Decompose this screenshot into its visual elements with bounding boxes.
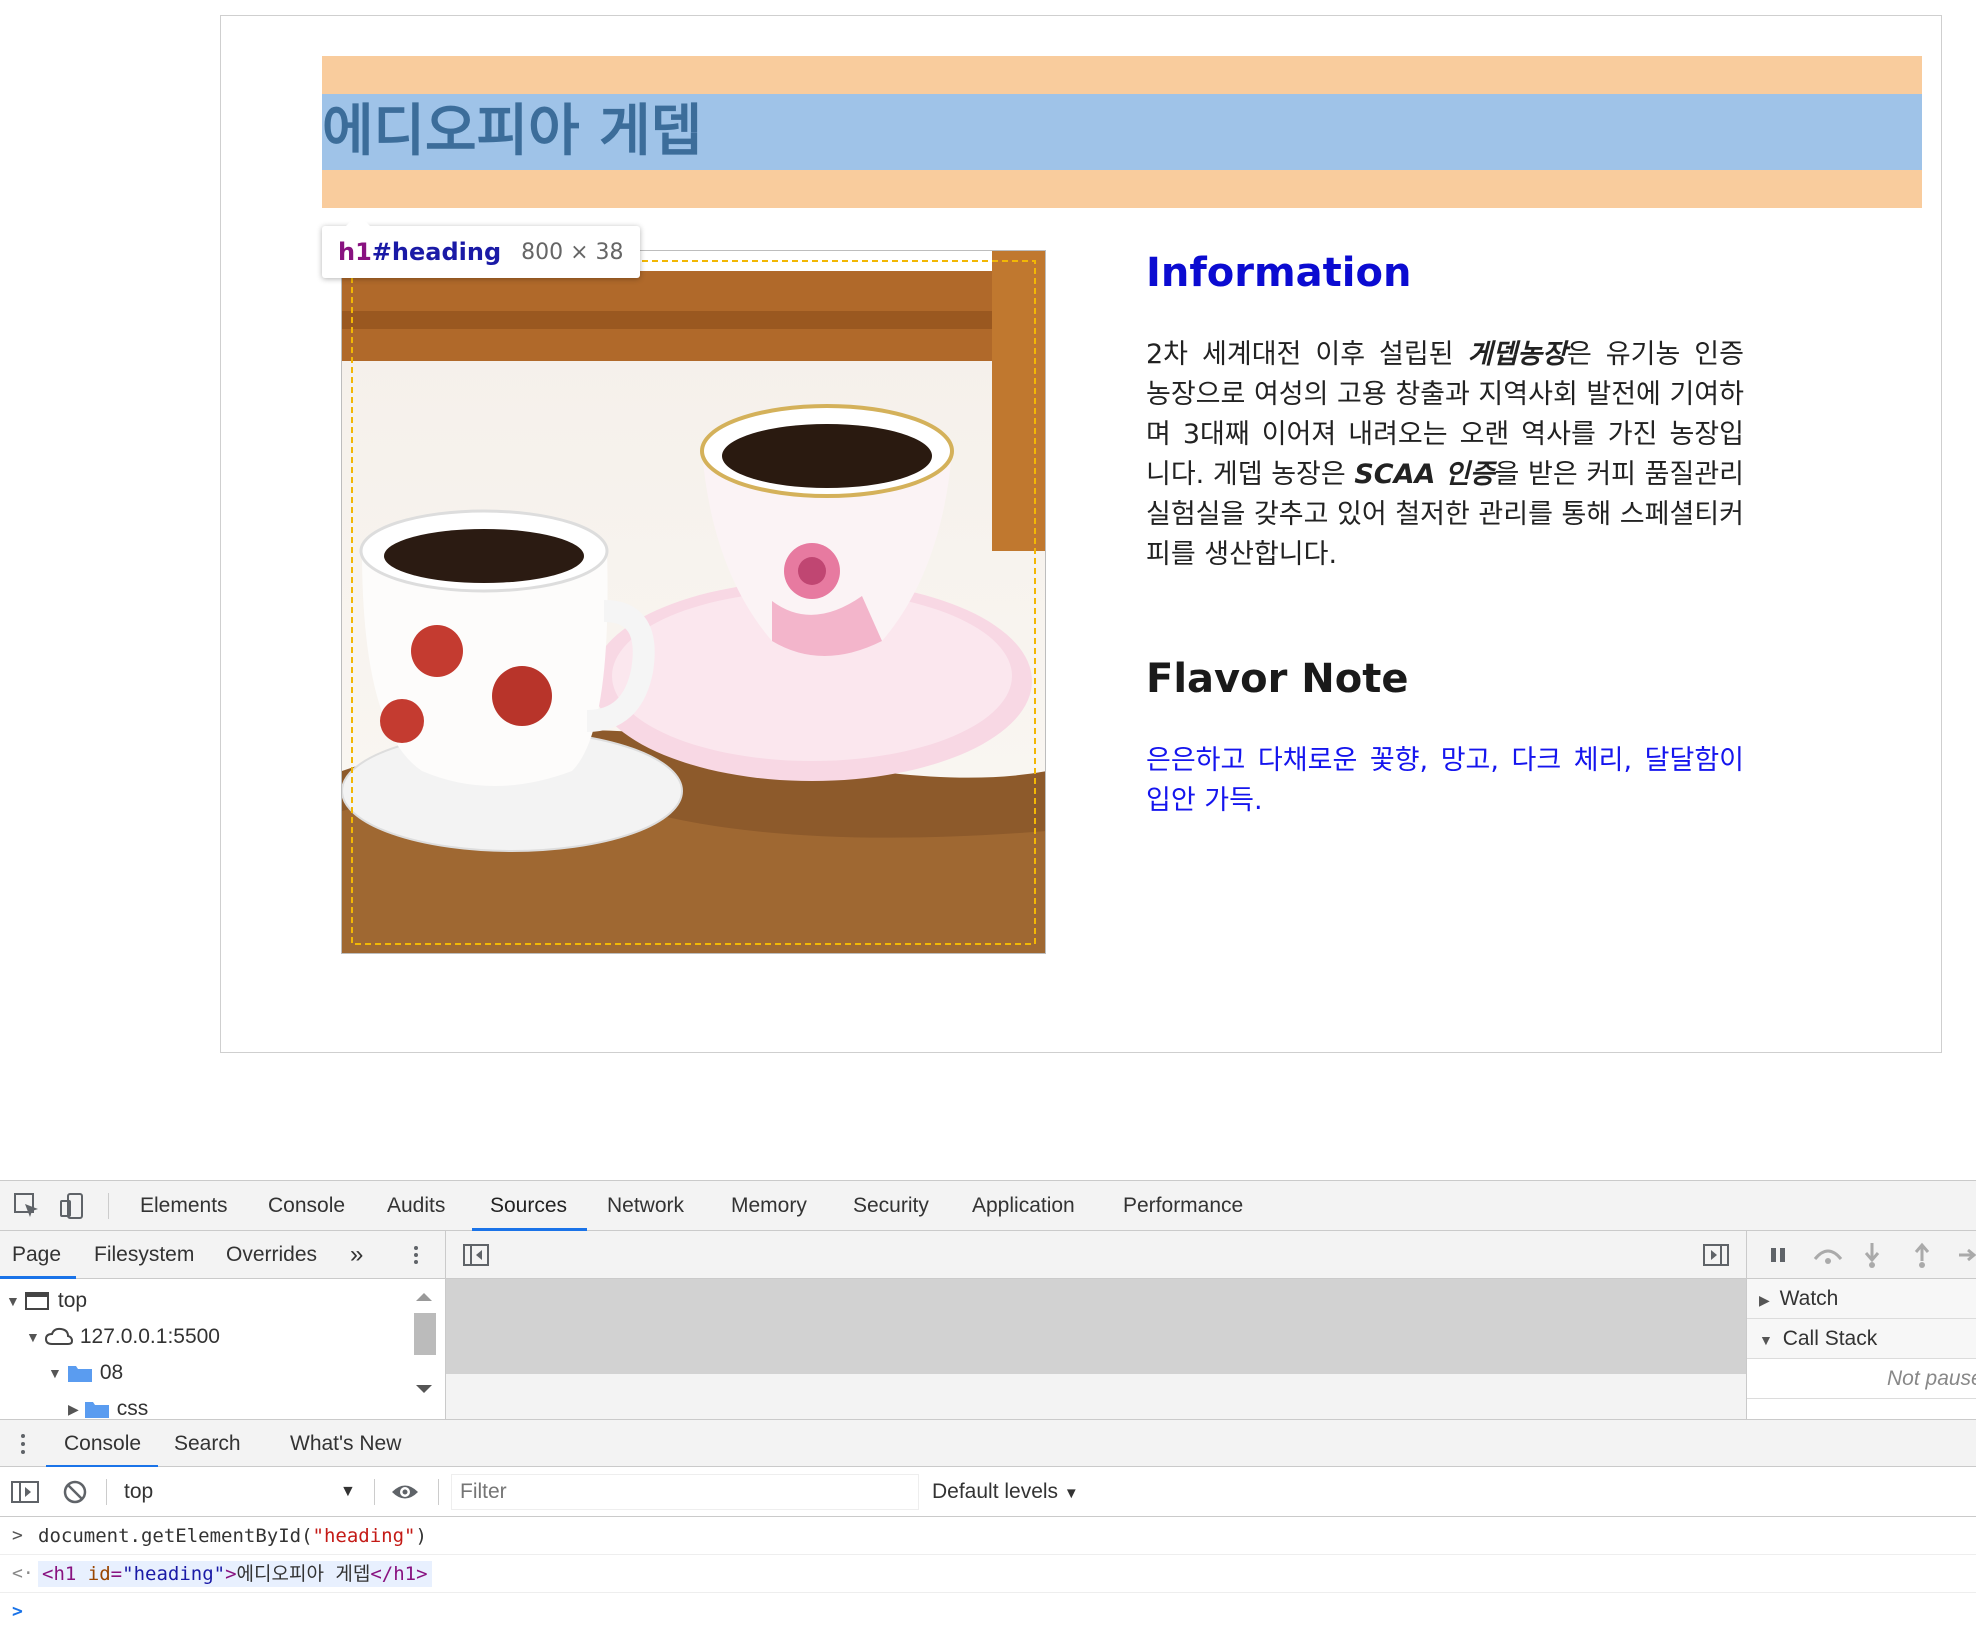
folder-icon — [84, 1402, 109, 1418]
sources-area: Page Filesystem Overrides » ▼ top ▼ 127.… — [0, 1231, 1976, 1420]
coffee-cups-illustration — [342, 251, 1045, 953]
console-code: document.getElementById( — [38, 1525, 313, 1547]
tab-console[interactable]: Console — [268, 1181, 345, 1231]
drawer-tab-whats-new[interactable]: What's New — [290, 1420, 401, 1468]
console-output: > document.getElementById("heading") <· <… — [0, 1517, 1976, 1625]
console-filter-input[interactable] — [451, 1474, 919, 1510]
device-toggle-icon[interactable] — [58, 1191, 88, 1221]
information-text: 2차 세계대전 이후 설립된 게뎁농장은 유기농 인증 농장으로 여성의 고용 … — [1146, 335, 1744, 575]
tooltip-tag: h1 — [338, 238, 372, 266]
devtools-main-tabs: Elements Console Audits Sources Network … — [0, 1181, 1976, 1231]
watch-section[interactable]: ▶ Watch — [1747, 1279, 1976, 1319]
log-levels-label: Default levels — [932, 1480, 1059, 1503]
nav-tab-overrides[interactable]: Overrides — [226, 1231, 317, 1279]
flavor-note-text: 은은하고 다채로운 꽃향, 망고, 다크 체리, 달달함이 입안 가득. — [1146, 745, 1744, 816]
cloud-icon — [44, 1327, 73, 1345]
console-code: ) — [415, 1525, 427, 1547]
result-attr-value: "heading" — [122, 1563, 226, 1585]
clear-console-icon[interactable] — [62, 1479, 88, 1505]
editor-toolbar — [446, 1231, 1746, 1279]
step-over-icon[interactable] — [1811, 1243, 1845, 1267]
result-attr-name: id — [87, 1563, 111, 1585]
result-text: 에디오피아 게뎁 — [236, 1563, 371, 1585]
tree-item-label: top — [57, 1289, 88, 1312]
context-selector[interactable]: top — [124, 1467, 153, 1517]
result-tag-end: </h1> — [370, 1563, 428, 1585]
result-eq: = — [110, 1563, 123, 1585]
tab-security[interactable]: Security — [853, 1181, 929, 1231]
debugger-toolbar — [1746, 1231, 1976, 1279]
info-text-part: 2차 세계대전 이후 설립된 — [1146, 339, 1468, 370]
editor-area — [446, 1279, 1746, 1419]
frame-icon — [24, 1292, 49, 1310]
console-string: "heading" — [312, 1525, 416, 1547]
nav-more-button[interactable]: » — [350, 1231, 363, 1279]
drawer-menu-icon[interactable] — [16, 1432, 30, 1456]
console-sidebar-icon[interactable] — [10, 1480, 40, 1504]
debugger-toggle-icon[interactable] — [1702, 1243, 1730, 1267]
info-emphasis-scaa: SCAA 인증 — [1354, 459, 1495, 490]
tree-scrollbar[interactable] — [414, 1293, 438, 1393]
tab-network[interactable]: Network — [607, 1181, 684, 1231]
tree-item-host[interactable]: ▼ 127.0.0.1:5500 — [26, 1319, 220, 1355]
info-emphasis-farm: 게뎁농장 — [1467, 339, 1567, 370]
inspect-icon[interactable] — [12, 1191, 42, 1221]
eye-icon[interactable] — [390, 1481, 420, 1503]
element-inspect-tooltip: h1 #heading 800 × 38 — [322, 214, 640, 278]
result-tag-open: <h1 — [42, 1563, 77, 1585]
drawer-tab-console[interactable]: Console — [64, 1420, 141, 1468]
debugger-sidebar: ▶ Watch ▼ Call Stack Not paused — [1746, 1279, 1976, 1419]
pause-icon[interactable] — [1767, 1245, 1789, 1265]
watch-label: Watch — [1779, 1287, 1839, 1310]
page-heading: 에디오피아 게뎁 — [322, 99, 703, 164]
flavor-note-heading: Flavor Note — [1146, 656, 1409, 702]
devtools-panel: Elements Console Audits Sources Network … — [0, 1180, 1976, 1625]
tree-item-folder-08[interactable]: ▼ 08 — [48, 1355, 123, 1391]
console-input-line: > document.getElementById("heading") — [0, 1517, 1976, 1555]
console-toolbar: top ▼ Default levels ▼ — [0, 1467, 1976, 1517]
tab-elements[interactable]: Elements — [140, 1181, 228, 1231]
result-tag-close: > — [225, 1563, 237, 1585]
kebab-menu-icon[interactable] — [404, 1243, 428, 1267]
tree-item-label: 127.0.0.1:5500 — [79, 1325, 220, 1348]
console-result-line[interactable]: <· <h1 id="heading">에디오피아 게뎁</h1> — [0, 1555, 1976, 1593]
step-into-icon[interactable] — [1861, 1241, 1883, 1269]
file-tree: ▼ top ▼ 127.0.0.1:5500 ▼ 08 ▶ css — [0, 1279, 446, 1420]
call-stack-label: Call Stack — [1782, 1327, 1878, 1350]
result-element-node[interactable]: <h1 id="heading">에디오피아 게뎁</h1> — [38, 1561, 432, 1587]
step-out-icon[interactable] — [1911, 1241, 1933, 1269]
nav-tab-page[interactable]: Page — [12, 1231, 61, 1279]
folder-icon — [67, 1366, 92, 1382]
tree-item-label: 08 — [99, 1361, 124, 1384]
tree-item-top[interactable]: ▼ top — [6, 1283, 87, 1319]
console-prompt-line[interactable]: > — [0, 1593, 1976, 1631]
tab-audits[interactable]: Audits — [387, 1181, 445, 1231]
tooltip-size: 800 × 38 — [521, 239, 624, 265]
navigator-tabs: Page Filesystem Overrides » — [0, 1231, 446, 1279]
drawer-tabs: Console Search What's New — [0, 1419, 1976, 1468]
editor-placeholder — [446, 1279, 1746, 1374]
tab-performance[interactable]: Performance — [1123, 1181, 1243, 1231]
call-stack-status: Not paused — [1747, 1359, 1976, 1399]
coffee-cups-photo — [341, 250, 1046, 954]
context-dropdown-icon[interactable]: ▼ — [340, 1467, 356, 1517]
sidebar-toggle-icon[interactable] — [462, 1243, 490, 1267]
tab-application[interactable]: Application — [972, 1181, 1075, 1231]
call-stack-section[interactable]: ▼ Call Stack — [1747, 1319, 1976, 1359]
tab-sources[interactable]: Sources — [490, 1181, 567, 1231]
drawer-tab-search[interactable]: Search — [174, 1420, 241, 1468]
tab-memory[interactable]: Memory — [731, 1181, 807, 1231]
nav-tab-filesystem[interactable]: Filesystem — [94, 1231, 194, 1279]
information-heading: Information — [1146, 250, 1412, 296]
log-levels-dropdown[interactable]: Default levels ▼ — [932, 1467, 1079, 1517]
tooltip-id: #heading — [371, 238, 502, 266]
step-icon[interactable] — [1957, 1245, 1976, 1265]
